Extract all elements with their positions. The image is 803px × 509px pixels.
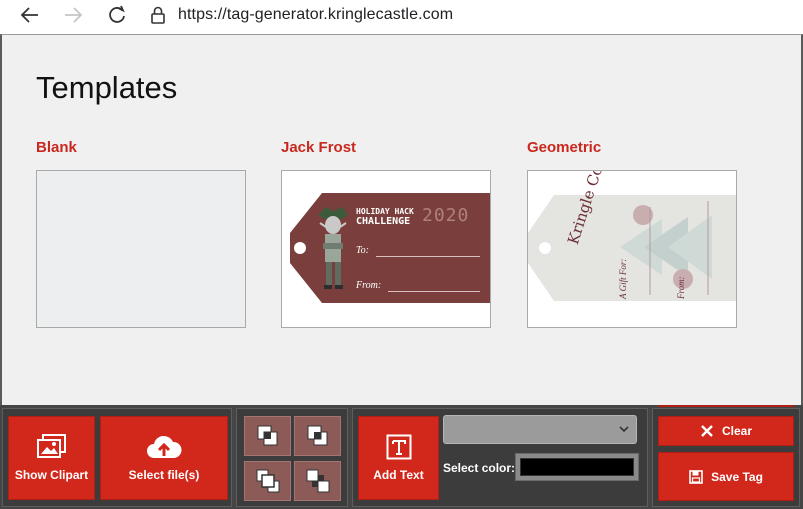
template-name: Jack Frost [281, 139, 357, 156]
show-clipart-label: Show Clipart [14, 468, 89, 482]
arrow-left-icon [20, 7, 38, 23]
add-text-label: Add Text [373, 468, 424, 482]
select-files-label: Select file(s) [128, 468, 200, 482]
send-backward-button[interactable] [294, 416, 341, 456]
browser-chrome: https://tag-generator.kringlecastle.com [0, 0, 803, 34]
close-icon [701, 425, 713, 437]
text-tool-icon [386, 434, 411, 460]
template-thumbnail-blank[interactable] [36, 170, 246, 328]
page-title: Templates [36, 70, 178, 105]
templates-page: Templates Blank Jack Frost HOLIDAY HACK … [0, 34, 803, 405]
template-name: Geometric [527, 139, 602, 156]
save-tag-label: Save Tag [711, 469, 763, 484]
chevron-down-icon [619, 426, 629, 433]
url-text: https://tag-generator.kringlecastle.com [178, 6, 454, 23]
tag-to-label: To: [356, 245, 369, 256]
address-bar[interactable]: https://tag-generator.kringlecastle.com [150, 3, 453, 27]
jack-frost-tag-image [290, 193, 490, 303]
clear-button[interactable]: Clear [658, 416, 794, 446]
image-gallery-icon [36, 434, 66, 458]
bring-to-front-icon [256, 469, 279, 493]
back-button[interactable] [17, 4, 43, 26]
template-jack-frost[interactable]: Jack Frost HOLIDAY HACK CHALLENGE 2020 T… [281, 139, 491, 328]
reload-icon [109, 5, 125, 23]
geometric-tag-image [528, 195, 736, 301]
template-thumbnail-jack-frost[interactable]: HOLIDAY HACK CHALLENGE 2020 To: From: [281, 170, 491, 328]
font-select[interactable] [443, 415, 637, 444]
send-backward-icon [307, 425, 327, 446]
tag-from-label: From: [356, 280, 382, 291]
template-geometric[interactable]: Geometric Kringle Con A Gift For: From: [527, 139, 737, 328]
save-icon [689, 469, 703, 484]
reload-button[interactable] [104, 4, 130, 26]
add-text-button[interactable]: Add Text [358, 416, 439, 500]
tag-heading: HOLIDAY HACK CHALLENGE [356, 207, 414, 227]
color-picker[interactable] [515, 453, 639, 481]
send-to-back-button[interactable] [294, 461, 341, 501]
tag-from-line [388, 291, 480, 292]
color-swatch [520, 458, 634, 476]
geometric-gift-label: A Gift For: [618, 258, 628, 299]
geometric-from-label: From: [676, 276, 686, 299]
show-clipart-button[interactable]: Show Clipart [8, 416, 95, 500]
template-thumbnail-geometric[interactable]: Kringle Con A Gift For: From: [527, 170, 737, 328]
tag-to-line [376, 256, 480, 257]
select-color-label: Select color: [443, 461, 516, 475]
clear-button-placeholder [658, 405, 794, 407]
select-files-button[interactable]: Select file(s) [100, 416, 228, 500]
lock-icon [151, 6, 165, 24]
forward-button[interactable] [60, 4, 86, 26]
template-blank[interactable]: Blank [36, 139, 246, 328]
arrow-right-icon [65, 7, 83, 23]
cloud-upload-icon [147, 435, 182, 458]
save-tag-button[interactable]: Save Tag [658, 452, 794, 501]
layer-order-group [236, 408, 348, 507]
tag-year: 2020 [422, 205, 470, 226]
bring-to-front-button[interactable] [244, 461, 291, 501]
clear-label: Clear [721, 424, 753, 438]
template-name: Blank [36, 139, 77, 156]
bring-forward-icon [257, 425, 277, 446]
media-group: Show Clipart Select file(s) [2, 408, 232, 507]
bring-forward-button[interactable] [244, 416, 291, 456]
send-to-back-icon [306, 469, 329, 493]
